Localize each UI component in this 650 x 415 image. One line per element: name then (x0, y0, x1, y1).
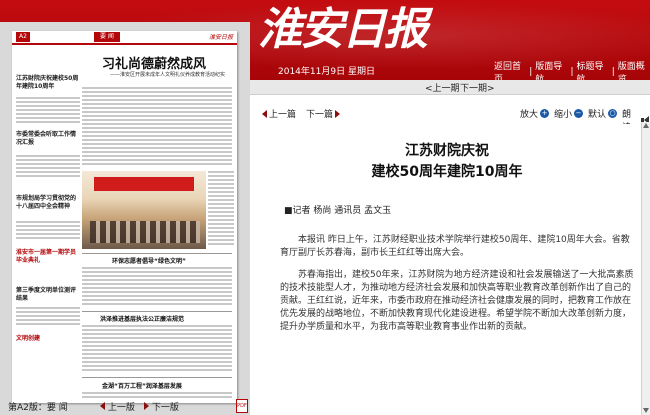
page-pager: 第A2版：要 闻 上一版 下一版 PDF (0, 398, 250, 415)
news-photo[interactable] (82, 171, 206, 249)
prev-arrow-icon (262, 109, 267, 118)
prev-issue-link[interactable]: <上一期 (425, 81, 460, 94)
photo-banner (94, 177, 194, 191)
photo-crowd (90, 221, 200, 243)
brief-item[interactable]: 市委常委会听取工作情况汇报 (16, 131, 80, 147)
article-title-line2: 建校50周年建院10周年 (371, 164, 523, 180)
paper-headline[interactable]: 习礼尚德蔚然成风 (102, 53, 206, 72)
article-title-line1: 江苏财院庆祝 (405, 143, 489, 159)
article-scrollbar[interactable] (641, 122, 650, 415)
next-issue-link[interactable]: 下一期> (460, 81, 495, 94)
nav-separator: | (529, 67, 533, 77)
default-size-label: 默认 (588, 110, 607, 120)
text-block (82, 267, 232, 307)
article-body: 江苏财院庆祝 建校50周年建院10周年 ■记者 杨尚 通讯员 孟文玉 本报讯 昨… (252, 124, 642, 415)
next-arrow-icon (335, 109, 341, 118)
text-block (82, 325, 232, 373)
next-page-link[interactable]: 下一版 (144, 400, 179, 413)
paper-title[interactable]: 洪泽推进基层执法公正廉洁规范 (100, 314, 184, 323)
next-page-label: 下一版 (151, 403, 179, 413)
zoom-in-button[interactable]: 放大 + (520, 107, 550, 120)
masthead-logo: 淮安日报 (258, 4, 428, 55)
issue-nav: <上一期 下一期> (250, 80, 650, 95)
prev-article-label: 上一篇 (269, 110, 297, 120)
next-issue-label: 下一期 (460, 84, 488, 94)
text-block (16, 307, 80, 327)
text-block (82, 87, 232, 167)
page-preview-panel: A2 要 闻 淮安日报 习礼尚德蔚然成风 ——淮安区开展未成年人文明礼仪养成教育… (0, 22, 250, 415)
current-page-label: 第A2版：要 闻 (8, 403, 68, 413)
paper-title[interactable]: 环保志愿者倡导“绿色文明” (112, 256, 186, 265)
prev-issue-label: 上一期 (432, 84, 460, 94)
column-rule (82, 253, 232, 254)
prev-arrow-icon (100, 402, 105, 410)
article-byline: ■记者 杨尚 通讯员 孟文玉 (284, 206, 392, 216)
article-paragraph: 本报讯 昨日上午，江苏财经职业技术学院举行建校50周年、建院10周年大会。省教育… (280, 235, 630, 258)
column-rule (82, 311, 232, 312)
brief-item[interactable]: 文明创建 (16, 335, 80, 343)
next-arrow-icon (144, 402, 149, 410)
scroll-down-icon[interactable] (643, 408, 649, 413)
issue-date: 2014年11月9日 星期日 (278, 67, 375, 77)
paper-brand: 淮安日报 (208, 34, 233, 41)
prev-article-button[interactable]: 上一篇 (262, 107, 296, 120)
minus-icon: − (574, 109, 584, 118)
article-paragraph: 苏春海指出，建校50年来，江苏财院为地方经济建设和社会发展输送了一大批高素质的技… (280, 270, 634, 332)
pdf-icon[interactable]: PDF (236, 399, 248, 413)
zoom-in-label: 放大 (520, 110, 539, 120)
column-rule (82, 377, 232, 378)
nav-separator: | (570, 67, 574, 77)
default-size-button[interactable]: 默认 ○ (588, 107, 618, 120)
text-block (16, 155, 80, 179)
article-toolbar: 上一篇 下一篇 放大+ 缩小− 默认○ 朗读 (250, 105, 650, 133)
nav-separator: | (611, 67, 615, 77)
top-nav: 返回首页 | 版面导航 | 标题导航 | 版面概览 (494, 62, 650, 80)
text-block (208, 171, 234, 247)
brief-item[interactable]: 江苏财院庆祝建校50周年建院10周年 (16, 75, 80, 91)
paper-subhead: ——淮安区开展未成年人文明礼仪养成教育活动纪实 (110, 72, 226, 78)
brief-item[interactable]: 市规划局学习贯彻党的十八届四中全会精神 (16, 195, 80, 211)
prev-page-label: 上一版 (107, 403, 135, 413)
prev-page-link[interactable]: 上一版 (100, 400, 135, 413)
next-article-button[interactable]: 下一篇 (306, 107, 341, 120)
brief-item[interactable]: 第三季度文明单位测评结果 (16, 287, 80, 303)
plus-icon: + (540, 109, 550, 118)
text-block (16, 97, 80, 125)
zoom-out-label: 缩小 (554, 110, 573, 120)
nav-page-overview[interactable]: 版面概览 (618, 59, 650, 80)
reset-icon: ○ (608, 109, 618, 118)
text-block (16, 221, 80, 241)
newspaper-page-image[interactable]: A2 要 闻 淮安日报 习礼尚德蔚然成风 ——淮安区开展未成年人文明礼仪养成教育… (12, 31, 237, 403)
page-number-tag: A2 (16, 32, 30, 42)
page-top-bar: A2 要 闻 淮安日报 (12, 31, 237, 45)
nav-page-nav[interactable]: 版面导航 (535, 59, 567, 80)
nav-home[interactable]: 返回首页 (494, 59, 526, 80)
nav-title-nav[interactable]: 标题导航 (577, 59, 609, 80)
next-article-label: 下一篇 (306, 110, 334, 120)
zoom-out-button[interactable]: 缩小 − (554, 107, 584, 120)
scroll-up-icon[interactable] (643, 123, 649, 128)
paper-title[interactable]: 金湖“百万工程”润泽基层发展 (102, 381, 182, 390)
brief-item[interactable]: 淮安市一届第一期学员毕业典礼 (16, 249, 80, 265)
section-tag: 要 闻 (94, 32, 120, 42)
